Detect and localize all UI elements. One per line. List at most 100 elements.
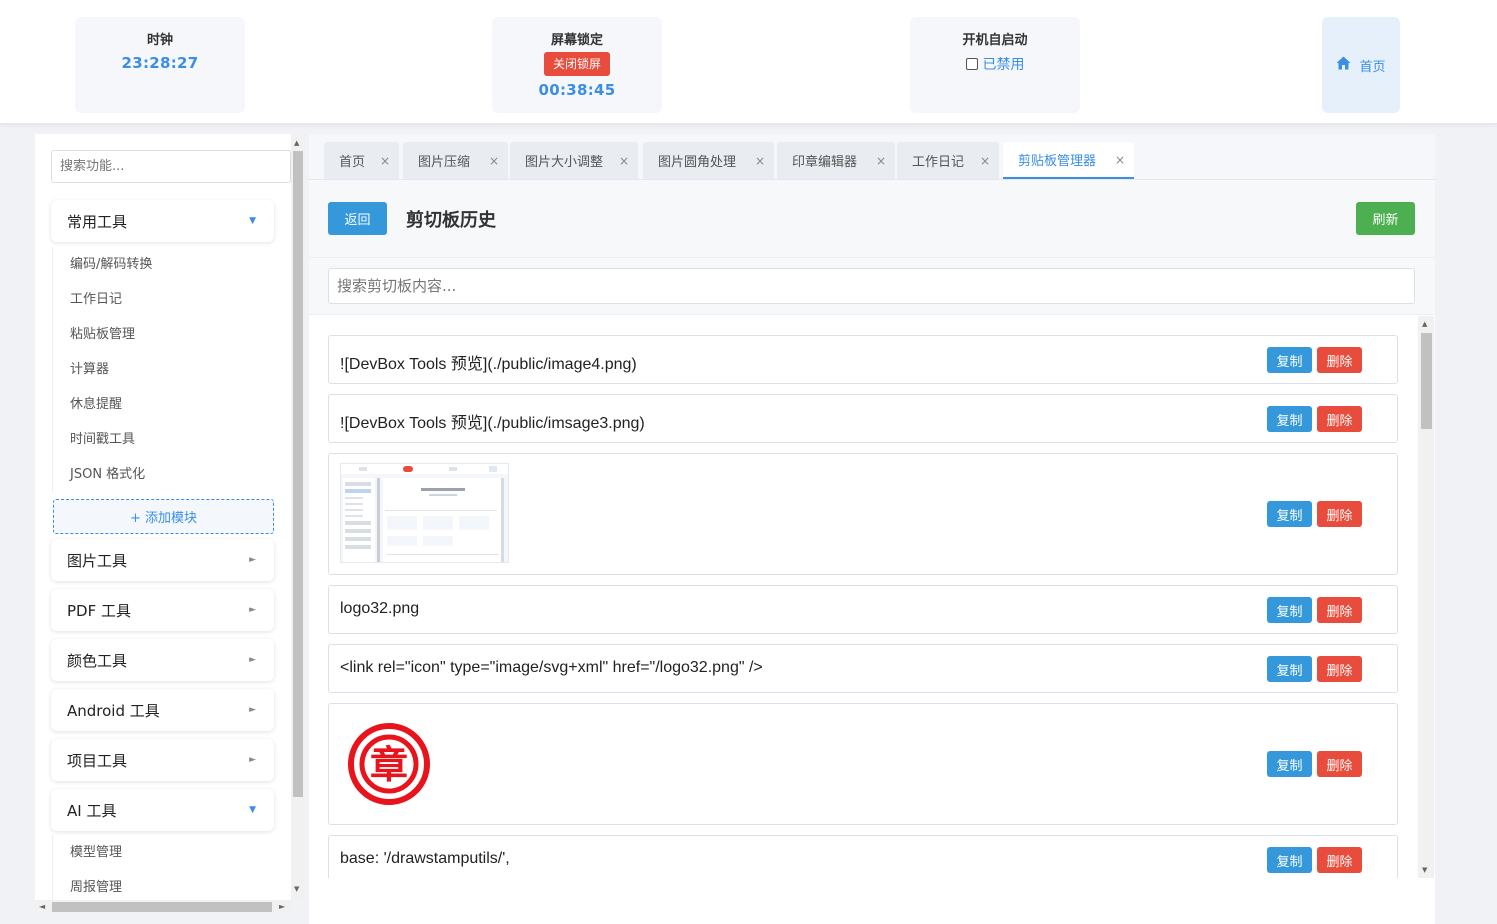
scrollbar-thumb[interactable] bbox=[293, 151, 303, 797]
group-common-tools[interactable]: 常用工具 ▼ bbox=[51, 200, 274, 242]
close-icon[interactable]: × bbox=[380, 154, 390, 168]
home-button[interactable]: 首页 bbox=[1322, 17, 1400, 113]
delete-button[interactable]: 删除 bbox=[1317, 751, 1362, 777]
chevron-right-icon: ► bbox=[249, 755, 256, 765]
tab-image-compress[interactable]: 图片压缩 × bbox=[403, 142, 508, 179]
clipboard-item[interactable]: 章 复制 删除 bbox=[328, 703, 1398, 825]
scrollbar-thumb[interactable] bbox=[1421, 333, 1432, 429]
back-button[interactable]: 返回 bbox=[328, 202, 387, 235]
clipboard-item-text: logo32.png bbox=[340, 600, 420, 617]
sidebar-scrollbar[interactable]: ▲ ▼ bbox=[291, 134, 305, 900]
clipboard-list-scrollbar[interactable]: ▲ ▼ bbox=[1418, 316, 1434, 878]
clipboard-item[interactable]: base: '/drawstamputils/', 复制 删除 bbox=[328, 835, 1398, 878]
delete-button[interactable]: 删除 bbox=[1317, 406, 1362, 432]
sidebar-item-codec[interactable]: 编码/解码转换 bbox=[53, 247, 274, 282]
group-color-tools[interactable]: 颜色工具 ► bbox=[51, 639, 274, 681]
tab-work-diary[interactable]: 工作日记 × bbox=[897, 142, 999, 179]
chevron-right-icon: ► bbox=[249, 705, 256, 715]
group-label: 颜色工具 bbox=[67, 651, 128, 670]
scroll-left-icon[interactable]: ◄ bbox=[39, 902, 45, 911]
clipboard-item[interactable]: ![DevBox Tools 预览](./public/imsage3.png)… bbox=[328, 394, 1398, 443]
clock-label: 时钟 bbox=[146, 33, 173, 48]
add-module-button[interactable]: + 添加模块 bbox=[53, 499, 274, 534]
clipboard-item[interactable]: <link rel="icon" type="image/svg+xml" hr… bbox=[328, 644, 1398, 693]
autostart-status: 已禁用 bbox=[982, 57, 1025, 73]
sidebar-item-model-management[interactable]: 模型管理 bbox=[53, 835, 274, 870]
scrollbar-thumb[interactable] bbox=[52, 902, 272, 912]
delete-button[interactable]: 删除 bbox=[1317, 597, 1362, 623]
sidebar: 常用工具 ▼ 编码/解码转换 工作日记 粘贴板管理 计算器 休息提醒 时间戳工具… bbox=[35, 134, 291, 914]
clipboard-search-input[interactable] bbox=[328, 268, 1415, 304]
delete-button[interactable]: 删除 bbox=[1317, 847, 1362, 873]
function-search-input[interactable] bbox=[51, 150, 291, 183]
close-icon[interactable]: × bbox=[489, 154, 499, 168]
group-label: 项目工具 bbox=[67, 751, 128, 770]
copy-button[interactable]: 复制 bbox=[1267, 347, 1312, 373]
tab-home[interactable]: 首页 × bbox=[324, 142, 399, 179]
sidebar-item-work-diary[interactable]: 工作日记 bbox=[53, 282, 274, 317]
main-panel: 首页 × 图片压缩 × 图片大小调整 × 图片圆角处理 × 印章编辑器 × 工作… bbox=[309, 134, 1435, 924]
sidebar-item-break-reminder[interactable]: 休息提醒 bbox=[53, 387, 274, 422]
tab-label: 图片压缩 bbox=[418, 155, 471, 170]
chevron-right-icon: ► bbox=[249, 655, 256, 665]
clipboard-list: ![DevBox Tools 预览](./public/image4.png) … bbox=[309, 316, 1435, 878]
sidebar-item-json[interactable]: JSON 格式化 bbox=[53, 457, 274, 492]
copy-button[interactable]: 复制 bbox=[1267, 406, 1312, 432]
delete-button[interactable]: 删除 bbox=[1317, 347, 1362, 373]
copy-button[interactable]: 复制 bbox=[1267, 656, 1312, 682]
top-bar: 时钟 23:28:27 屏幕锁定 关闭锁屏 00:38:45 开机自启动 已禁用… bbox=[0, 0, 1497, 124]
chevron-right-icon: ► bbox=[249, 555, 256, 565]
group-ai-tools[interactable]: AI 工具 ▼ bbox=[51, 789, 274, 831]
page-header: 返回 剪切板历史 刷新 bbox=[309, 180, 1435, 258]
close-icon[interactable]: × bbox=[876, 154, 886, 168]
close-icon[interactable]: × bbox=[1115, 153, 1125, 167]
tab-bar: 首页 × 图片压缩 × 图片大小调整 × 图片圆角处理 × 印章编辑器 × 工作… bbox=[309, 134, 1435, 180]
tab-stamp-editor[interactable]: 印章编辑器 × bbox=[777, 142, 895, 179]
scroll-down-icon[interactable]: ▼ bbox=[1422, 866, 1427, 874]
delete-button[interactable]: 删除 bbox=[1317, 501, 1362, 527]
item-actions: 复制 删除 bbox=[1267, 847, 1362, 873]
autostart-toggle[interactable]: 已禁用 bbox=[910, 54, 1080, 74]
scroll-down-icon[interactable]: ▼ bbox=[294, 885, 299, 893]
sidebar-horizontal-scrollbar[interactable]: ◄ ► bbox=[35, 900, 291, 914]
clipboard-item[interactable]: logo32.png 复制 删除 bbox=[328, 585, 1398, 634]
tab-clipboard-manager[interactable]: 剪贴板管理器 × bbox=[1003, 142, 1134, 179]
group-pdf-tools[interactable]: PDF 工具 ► bbox=[51, 589, 274, 631]
tab-label: 剪贴板管理器 bbox=[1018, 154, 1097, 169]
autostart-checkbox[interactable] bbox=[965, 58, 978, 70]
stamp-char: 章 bbox=[370, 743, 408, 787]
tab-label: 印章编辑器 bbox=[792, 155, 858, 170]
scroll-right-icon[interactable]: ► bbox=[279, 902, 285, 911]
refresh-button[interactable]: 刷新 bbox=[1356, 202, 1415, 235]
close-icon[interactable]: × bbox=[755, 154, 765, 168]
scroll-up-icon[interactable]: ▲ bbox=[1422, 320, 1427, 328]
sidebar-item-clipboard[interactable]: 粘贴板管理 bbox=[53, 317, 274, 352]
chevron-right-icon: ► bbox=[249, 605, 256, 615]
close-lock-button[interactable]: 关闭锁屏 bbox=[543, 52, 610, 76]
tab-image-rounded[interactable]: 图片圆角处理 × bbox=[643, 142, 774, 179]
copy-button[interactable]: 复制 bbox=[1267, 501, 1312, 527]
clipboard-item-text: ![DevBox Tools 预览](./public/imsage3.png) bbox=[340, 415, 645, 432]
stamp-image: 章 bbox=[346, 721, 432, 807]
group-image-tools[interactable]: 图片工具 ► bbox=[51, 539, 274, 581]
sidebar-item-timestamp[interactable]: 时间戳工具 bbox=[53, 422, 274, 457]
clipboard-item[interactable]: 复制 删除 bbox=[328, 453, 1398, 575]
item-actions: 复制 删除 bbox=[1267, 597, 1362, 623]
page-title: 剪切板历史 bbox=[406, 210, 496, 231]
copy-button[interactable]: 复制 bbox=[1267, 847, 1312, 873]
close-icon[interactable]: × bbox=[619, 154, 629, 168]
group-android-tools[interactable]: Android 工具 ► bbox=[51, 689, 274, 731]
clipboard-item[interactable]: ![DevBox Tools 预览](./public/image4.png) … bbox=[328, 335, 1398, 384]
delete-button[interactable]: 删除 bbox=[1317, 656, 1362, 682]
common-tools-list: 编码/解码转换 工作日记 粘贴板管理 计算器 休息提醒 时间戳工具 JSON 格… bbox=[52, 247, 274, 492]
group-label: AI 工具 bbox=[67, 801, 117, 820]
sidebar-item-calculator[interactable]: 计算器 bbox=[53, 352, 274, 387]
tab-label: 工作日记 bbox=[912, 155, 965, 170]
group-project-tools[interactable]: 项目工具 ► bbox=[51, 739, 274, 781]
copy-button[interactable]: 复制 bbox=[1267, 597, 1312, 623]
home-label: 首页 bbox=[1359, 59, 1386, 75]
close-icon[interactable]: × bbox=[980, 154, 990, 168]
tab-image-resize[interactable]: 图片大小调整 × bbox=[510, 142, 638, 179]
scroll-up-icon[interactable]: ▲ bbox=[294, 139, 299, 147]
copy-button[interactable]: 复制 bbox=[1267, 751, 1312, 777]
